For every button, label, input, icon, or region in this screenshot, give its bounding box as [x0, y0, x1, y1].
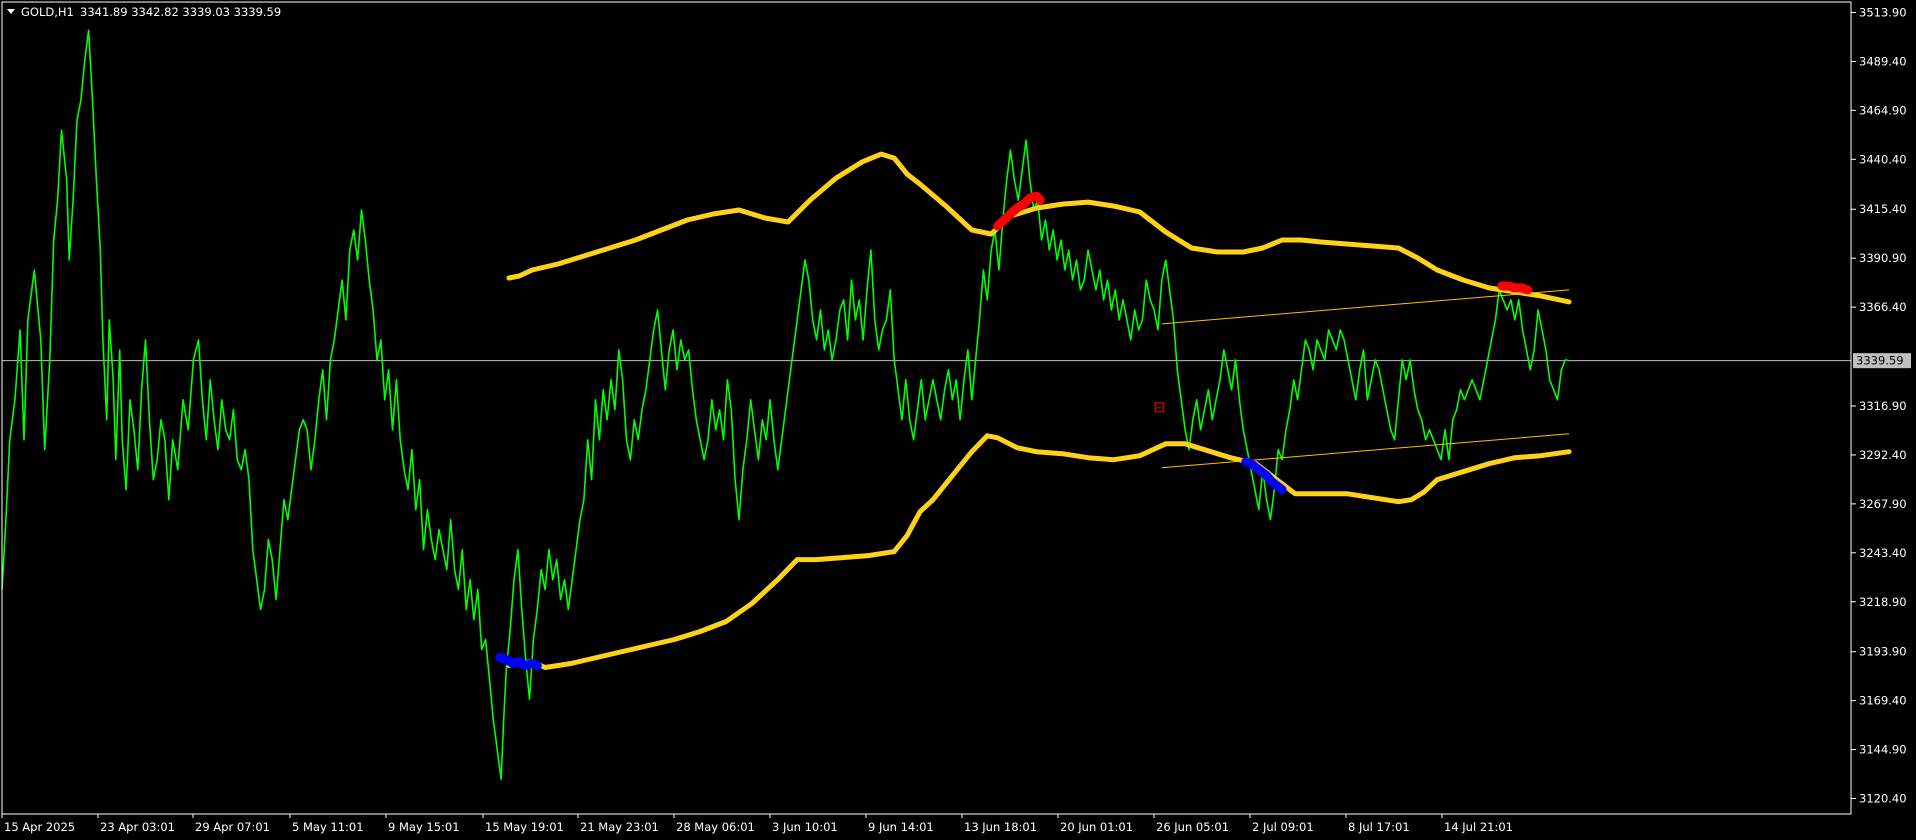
x-tick-label: 3 Jun 10:01: [772, 820, 838, 834]
y-tick-label: 3390.90: [1859, 251, 1907, 265]
y-tick-label: 3292.40: [1859, 448, 1907, 462]
price-chart[interactable]: 3513.90 3489.40 3464.90 3440.40 3415.40 3390.…: [0, 0, 1916, 840]
x-tick-label: 21 May 23:01: [580, 820, 659, 834]
x-tick-label: 14 Jul 21:01: [1444, 820, 1513, 834]
x-tick-label: 20 Jun 01:01: [1060, 820, 1133, 834]
x-tick-label: 28 May 06:01: [676, 820, 755, 834]
y-tick-label: 3243.40: [1859, 546, 1907, 560]
y-tick-label: 3120.40: [1859, 792, 1907, 806]
y-tick-label: 3218.90: [1859, 595, 1907, 609]
x-tick-label: 2 Jul 09:01: [1252, 820, 1314, 834]
x-tick-label: 9 May 15:01: [388, 820, 460, 834]
y-tick-label: 3193.90: [1859, 645, 1907, 659]
chart-header: GOLD,H1 3341.89 3342.82 3339.03 3339.59: [7, 5, 281, 19]
ohlc-values: 3341.89 3342.82 3339.03 3339.59: [80, 5, 281, 19]
y-tick-label: 3489.40: [1859, 54, 1907, 68]
y-tick-label: 3440.40: [1859, 152, 1907, 166]
y-tick-label: 3316.90: [1859, 399, 1907, 413]
x-tick-label: 5 May 11:01: [292, 820, 364, 834]
y-tick-label: 3267.90: [1859, 497, 1907, 511]
x-tick-label: 26 Jun 05:01: [1156, 820, 1229, 834]
y-tick-label: 3415.40: [1859, 202, 1907, 216]
current-price-label: 3339.59: [1856, 354, 1904, 368]
chart-background: [0, 0, 1916, 840]
sell-signal-marker-3: [1497, 281, 1533, 295]
y-tick-label: 3513.90: [1859, 6, 1907, 20]
x-tick-label: 15 Apr 2025: [4, 820, 75, 834]
y-tick-label: 3169.40: [1859, 694, 1907, 708]
x-tick-label: 23 Apr 03:01: [100, 820, 175, 834]
x-tick-label: 13 Jun 18:01: [964, 820, 1037, 834]
current-price-badge: 3339.59: [1853, 353, 1911, 369]
y-tick-label: 3464.90: [1859, 103, 1907, 117]
y-tick-label: 3144.90: [1859, 743, 1907, 757]
symbol-label: GOLD,H1: [21, 5, 74, 19]
x-tick-label: 29 Apr 07:01: [195, 820, 270, 834]
y-tick-label: 3366.40: [1859, 300, 1907, 314]
x-tick-label: 15 May 19:01: [485, 820, 564, 834]
x-tick-label: 8 Jul 17:01: [1348, 820, 1410, 834]
x-tick-label: 9 Jun 14:01: [868, 820, 934, 834]
